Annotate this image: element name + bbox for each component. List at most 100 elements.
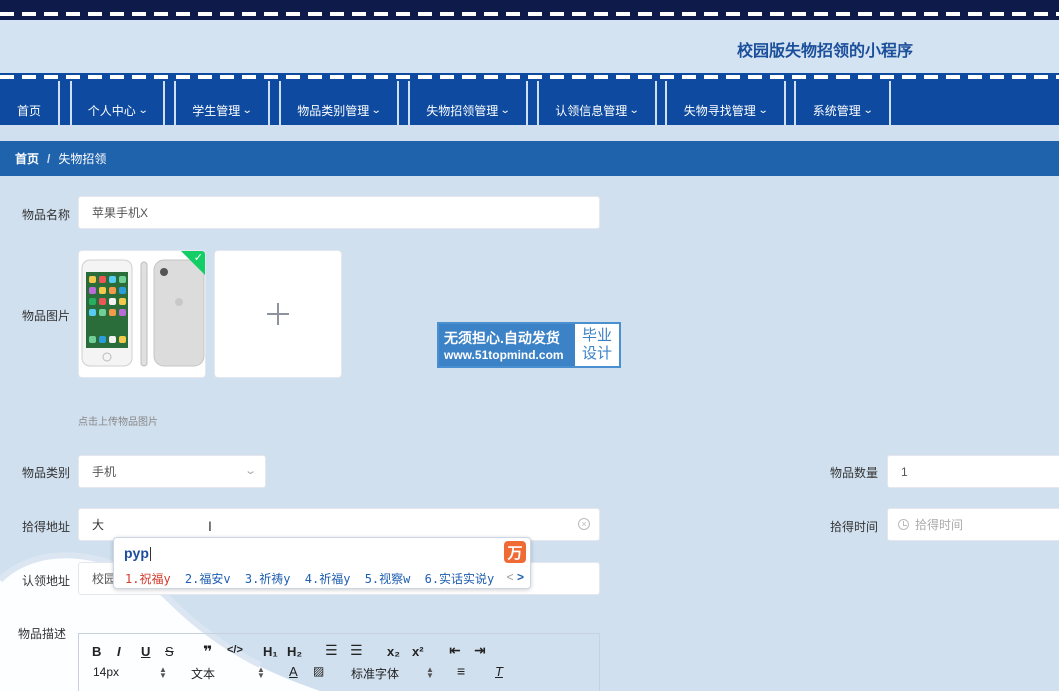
chevron-down-icon: ⌄ bbox=[500, 104, 511, 116]
ime-prev-icon[interactable]: < bbox=[507, 570, 514, 584]
watermark-line1: 无须担心.自动发货 bbox=[444, 330, 560, 346]
claim-address-label: 认领地址 bbox=[22, 574, 71, 588]
select-arrows-icon: ▲ ▼ bbox=[159, 665, 167, 680]
text-cursor-icon: I bbox=[208, 518, 212, 534]
chevron-down-icon: ⌄ bbox=[757, 104, 769, 116]
nav-item-label: 失物寻找管理 bbox=[683, 103, 756, 118]
clock-icon bbox=[898, 519, 909, 530]
plus-icon bbox=[267, 303, 289, 325]
ime-candidate[interactable]: 4.祈福y bbox=[305, 572, 351, 586]
nav-item-label: 系统管理 bbox=[812, 103, 861, 118]
ime-next-icon[interactable]: > bbox=[517, 570, 524, 584]
nav-item-category-management[interactable]: 物品类别管理 ⌄ bbox=[279, 81, 399, 125]
found-address-label: 拾得地址 bbox=[22, 520, 71, 534]
ime-candidates: 1.祝福y 2.福安v 3.祈祷y 4.祈福y 5.视察w 6.实话实说y bbox=[125, 570, 501, 587]
nav-item-student-management[interactable]: 学生管理 ⌄ bbox=[174, 81, 270, 125]
watermark-side1: 毕业 bbox=[581, 327, 612, 344]
nav-item-label: 首页 bbox=[16, 103, 41, 118]
font-color-icon[interactable]: A bbox=[289, 664, 298, 679]
nav-item-lost-search-management[interactable]: 失物寻找管理 ⌄ bbox=[665, 81, 786, 125]
underline-icon[interactable]: U bbox=[141, 644, 150, 659]
found-time-placeholder: 拾得时间 bbox=[915, 518, 964, 532]
heading2-icon[interactable]: H₂ bbox=[287, 644, 302, 659]
align-icon[interactable]: ≡ bbox=[457, 663, 465, 679]
ime-caret bbox=[149, 547, 151, 562]
category-value: 手机 bbox=[92, 465, 117, 479]
bold-icon[interactable]: B bbox=[92, 644, 101, 659]
outdent-icon[interactable]: ⇤ bbox=[449, 642, 461, 659]
item-name-label: 物品名称 bbox=[22, 208, 71, 222]
font-family-select[interactable]: 标准字体 bbox=[351, 665, 399, 682]
watermark-badge: 无须担心.自动发货 www.51topmind.com 毕业 设计 bbox=[437, 322, 621, 368]
nav-dash-line bbox=[0, 75, 1059, 79]
indent-icon[interactable]: ⇥ bbox=[474, 642, 486, 659]
item-name-input[interactable]: 苹果手机X bbox=[78, 196, 600, 229]
ime-candidate-popup: pyp 万 1.祝福y 2.福安v 3.祈祷y 4.祈福y 5.视察w 6.实话… bbox=[113, 537, 531, 589]
watermark-side2: 设计 bbox=[581, 345, 612, 362]
clear-format-icon[interactable]: T bbox=[495, 664, 503, 679]
ime-candidate[interactable]: 5.视察w bbox=[365, 572, 411, 586]
nav-item-label: 失物招领管理 bbox=[426, 103, 499, 118]
blockquote-icon[interactable]: ❞ bbox=[203, 642, 212, 662]
item-image-label: 物品图片 bbox=[22, 309, 71, 323]
breadcrumb: 首页 / 失物招领 bbox=[0, 141, 1059, 176]
nav-item-system-management[interactable]: 系统管理 ⌄ bbox=[794, 81, 891, 125]
paragraph-select[interactable]: 文本 bbox=[191, 665, 215, 682]
code-icon[interactable]: </> bbox=[227, 644, 243, 656]
nav-item-lost-found-management[interactable]: 失物招领管理 ⌄ bbox=[408, 81, 528, 125]
nav-item-label: 认领信息管理 bbox=[555, 103, 628, 118]
nav-item-label: 物品类别管理 bbox=[297, 103, 370, 118]
ime-logo-icon[interactable]: 万 bbox=[504, 541, 526, 563]
header: 校园版失物招领的小程序 bbox=[0, 20, 1059, 73]
ordered-list-icon[interactable]: ☰ bbox=[325, 642, 338, 659]
watermark-line2: www.51topmind.com bbox=[444, 348, 564, 362]
top-dash-line bbox=[0, 12, 1059, 16]
nav-item-personal-center[interactable]: 个人中心 ⌄ bbox=[70, 81, 165, 125]
nav-item-label: 个人中心 bbox=[87, 103, 136, 118]
chevron-down-icon: ⌄ bbox=[862, 104, 874, 116]
chevron-down-icon: ⌄ bbox=[137, 104, 149, 116]
nav-item-claim-info-management[interactable]: 认领信息管理 ⌄ bbox=[537, 81, 657, 125]
quantity-input[interactable]: 1 bbox=[887, 455, 1059, 488]
ime-candidate[interactable]: 6.实话实说y bbox=[425, 572, 495, 586]
font-size-select[interactable]: 14px bbox=[93, 665, 119, 679]
heading1-icon[interactable]: H₁ bbox=[263, 644, 278, 659]
italic-icon[interactable]: I bbox=[117, 644, 121, 659]
breadcrumb-separator: / bbox=[47, 151, 51, 166]
found-time-label: 拾得时间 bbox=[830, 520, 879, 534]
ime-candidate[interactable]: 2.福安v bbox=[185, 572, 231, 586]
category-label: 物品类别 bbox=[22, 466, 71, 480]
top-strip bbox=[0, 0, 1059, 20]
strikethrough-icon[interactable]: S bbox=[165, 644, 174, 659]
rich-text-editor[interactable]: B I U S ❞ </> H₁ H₂ ☰ ☰ x₂ x² ⇤ ⇥ 14px ▲… bbox=[78, 633, 600, 691]
ime-composition: pyp bbox=[124, 545, 149, 561]
app-title: 校园版失物招领的小程序 bbox=[736, 43, 913, 60]
item-name-value: 苹果手机X bbox=[92, 206, 149, 220]
upload-image-button[interactable] bbox=[214, 250, 342, 378]
found-time-picker[interactable]: 拾得时间 bbox=[887, 508, 1059, 541]
breadcrumb-home[interactable]: 首页 bbox=[15, 150, 39, 167]
ime-candidate[interactable]: 3.祈祷y bbox=[245, 572, 291, 586]
chevron-down-icon: ⌄ bbox=[243, 465, 257, 477]
quantity-value: 1 bbox=[901, 464, 908, 479]
found-address-value: 大 bbox=[92, 518, 105, 532]
superscript-icon[interactable]: x² bbox=[412, 644, 424, 659]
chevron-down-icon: ⌄ bbox=[371, 104, 382, 116]
chevron-down-icon: ⌄ bbox=[629, 104, 640, 116]
bullet-list-icon[interactable]: ☰ bbox=[350, 642, 363, 659]
nav-item-label: 学生管理 bbox=[192, 103, 241, 118]
subscript-icon[interactable]: x₂ bbox=[387, 644, 400, 659]
select-arrows-icon: ▲ ▼ bbox=[426, 665, 434, 680]
check-icon: ✓ bbox=[193, 252, 203, 264]
select-arrows-icon: ▲ ▼ bbox=[257, 665, 265, 680]
uploaded-image[interactable]: ✓ bbox=[78, 250, 206, 378]
ime-candidate[interactable]: 1.祝福y bbox=[125, 572, 171, 586]
category-select[interactable]: 手机 ⌄ bbox=[78, 455, 266, 488]
description-label: 物品描述 bbox=[18, 627, 67, 641]
breadcrumb-current: 失物招领 bbox=[58, 152, 107, 166]
nav-item-home[interactable]: 首页 bbox=[0, 81, 60, 125]
upload-hint: 点击上传物品图片 bbox=[78, 417, 158, 428]
quantity-label: 物品数量 bbox=[830, 466, 879, 480]
background-color-icon[interactable]: ▨ bbox=[313, 664, 324, 678]
clear-icon[interactable]: × bbox=[578, 518, 590, 530]
